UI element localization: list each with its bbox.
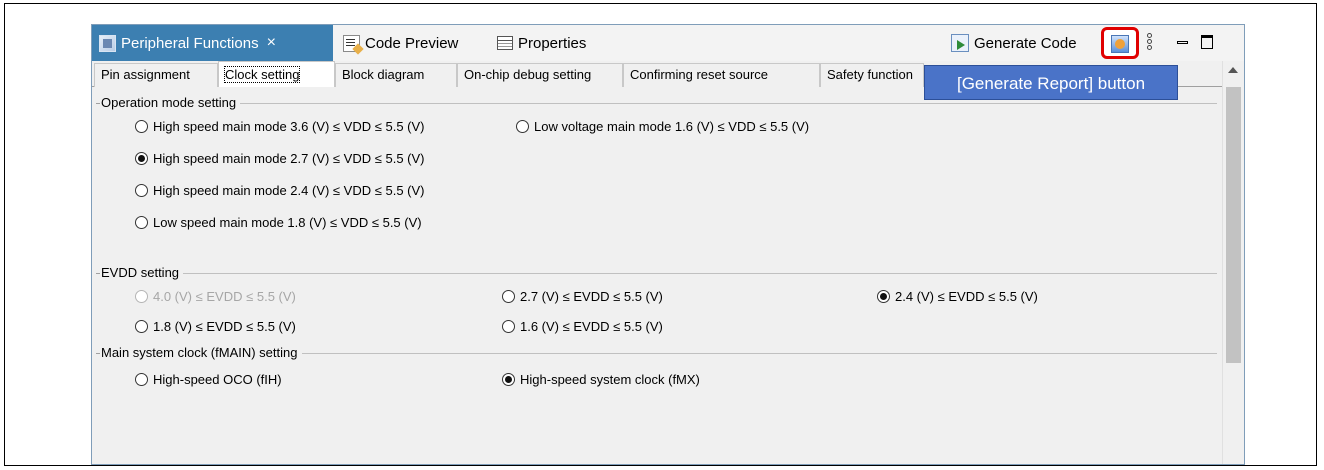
tab-peripheral-functions-label: Peripheral Functions [121, 34, 259, 52]
radio-indicator [502, 320, 515, 333]
minimize-icon[interactable] [1177, 41, 1188, 44]
tab-clock-setting[interactable]: Clock setting [218, 61, 335, 88]
radio-high-speed-2-4[interactable]: High speed main mode 2.4 (V) ≤ VDD ≤ 5.5… [135, 183, 425, 198]
tab-pin-assignment-label: Pin assignment [101, 67, 190, 82]
group-divider [96, 273, 1217, 274]
radio-label: Low voltage main mode 1.6 (V) ≤ VDD ≤ 5.… [534, 119, 810, 134]
properties-icon [497, 36, 513, 50]
generate-code-icon [951, 34, 969, 52]
radio-label: 1.8 (V) ≤ EVDD ≤ 5.5 (V) [153, 319, 296, 334]
radio-label: Low speed main mode 1.8 (V) ≤ VDD ≤ 5.5 … [153, 215, 422, 230]
radio-low-voltage-1-6[interactable]: Low voltage main mode 1.6 (V) ≤ VDD ≤ 5.… [516, 119, 809, 134]
radio-label: 4.0 (V) ≤ EVDD ≤ 5.5 (V) [153, 289, 296, 304]
peripheral-functions-icon [99, 34, 116, 52]
view-tab-bar: Peripheral Functions × Code Preview Prop… [92, 25, 1244, 61]
radio-label: 1.6 (V) ≤ EVDD ≤ 5.5 (V) [520, 319, 663, 334]
radio-evdd-2-4[interactable]: 2.4 (V) ≤ EVDD ≤ 5.5 (V) [877, 289, 1038, 304]
scrollbar-thumb[interactable] [1226, 87, 1241, 363]
radio-label: High speed main mode 3.6 (V) ≤ VDD ≤ 5.5… [153, 119, 425, 134]
tab-safety-function-label: Safety function [827, 67, 913, 82]
radio-indicator [135, 320, 148, 333]
tab-block-diagram-label: Block diagram [342, 67, 425, 82]
tab-clock-setting-label: Clock setting [223, 66, 301, 83]
radio-indicator [502, 373, 515, 386]
radio-label: High-speed system clock (fMX) [520, 372, 700, 387]
figure-frame: Peripheral Functions × Code Preview Prop… [4, 3, 1317, 466]
tab-on-chip-debug-label: On-chip debug setting [464, 67, 592, 82]
scroll-up-arrow-icon[interactable] [1228, 67, 1238, 73]
generate-code-button[interactable]: Generate Code [944, 25, 1077, 61]
generate-report-tooltip: [Generate Report] button [924, 65, 1178, 100]
radio-indicator [135, 152, 148, 165]
radio-high-speed-3-6[interactable]: High speed main mode 3.6 (V) ≤ VDD ≤ 5.5… [135, 119, 425, 134]
radio-high-speed-system-clock[interactable]: High-speed system clock (fMX) [502, 372, 700, 387]
radio-indicator [135, 216, 148, 229]
radio-indicator [135, 184, 148, 197]
operation-mode-group-title: Operation mode setting [96, 95, 241, 110]
radio-indicator [516, 120, 529, 133]
generate-code-label: Generate Code [974, 34, 1077, 52]
radio-label: 2.7 (V) ≤ EVDD ≤ 5.5 (V) [520, 289, 663, 304]
tab-safety-function[interactable]: Safety function [820, 63, 924, 87]
clock-setting-panel: Operation mode setting High speed main m… [92, 87, 1222, 464]
radio-label: 2.4 (V) ≤ EVDD ≤ 5.5 (V) [895, 289, 1038, 304]
generate-report-button[interactable] [1101, 27, 1139, 59]
radio-evdd-2-7[interactable]: 2.7 (V) ≤ EVDD ≤ 5.5 (V) [502, 289, 663, 304]
tab-block-diagram[interactable]: Block diagram [335, 63, 457, 87]
radio-evdd-1-8[interactable]: 1.8 (V) ≤ EVDD ≤ 5.5 (V) [135, 319, 296, 334]
tab-code-preview[interactable]: Code Preview [336, 25, 486, 61]
radio-label: High-speed OCO (fIH) [153, 372, 282, 387]
tab-properties-label: Properties [518, 34, 587, 52]
radio-indicator [877, 290, 890, 303]
main-clock-group-title: Main system clock (fMAIN) setting [96, 345, 302, 360]
radio-indicator [135, 373, 148, 386]
code-preview-icon [343, 34, 360, 52]
vertical-scrollbar[interactable] [1222, 61, 1244, 464]
tab-code-preview-label: Code Preview [365, 34, 459, 52]
view-menu-icon[interactable] [1147, 33, 1153, 53]
tab-on-chip-debug-setting[interactable]: On-chip debug setting [457, 63, 623, 87]
group-divider [96, 103, 1217, 104]
tab-peripheral-functions[interactable]: Peripheral Functions × [92, 25, 333, 61]
evdd-group-title: EVDD setting [96, 265, 184, 280]
tab-confirming-reset-source[interactable]: Confirming reset source [623, 63, 820, 87]
tab-properties[interactable]: Properties [490, 25, 620, 61]
peripheral-functions-window: Peripheral Functions × Code Preview Prop… [91, 24, 1245, 465]
close-icon[interactable]: × [267, 34, 276, 52]
radio-label: High speed main mode 2.7 (V) ≤ VDD ≤ 5.5… [153, 151, 425, 166]
radio-high-speed-2-7[interactable]: High speed main mode 2.7 (V) ≤ VDD ≤ 5.5… [135, 151, 425, 166]
tab-confirming-reset-label: Confirming reset source [630, 67, 768, 82]
maximize-icon[interactable] [1201, 35, 1213, 49]
radio-high-speed-oco[interactable]: High-speed OCO (fIH) [135, 372, 282, 387]
radio-evdd-1-6[interactable]: 1.6 (V) ≤ EVDD ≤ 5.5 (V) [502, 319, 663, 334]
radio-label: High speed main mode 2.4 (V) ≤ VDD ≤ 5.5… [153, 183, 425, 198]
radio-evdd-4-0[interactable]: 4.0 (V) ≤ EVDD ≤ 5.5 (V) [135, 289, 296, 304]
radio-indicator [502, 290, 515, 303]
radio-indicator [135, 290, 148, 303]
radio-indicator [135, 120, 148, 133]
tab-pin-assignment[interactable]: Pin assignment [94, 63, 218, 87]
radio-low-speed-1-8[interactable]: Low speed main mode 1.8 (V) ≤ VDD ≤ 5.5 … [135, 215, 422, 230]
generate-report-icon [1111, 35, 1129, 53]
